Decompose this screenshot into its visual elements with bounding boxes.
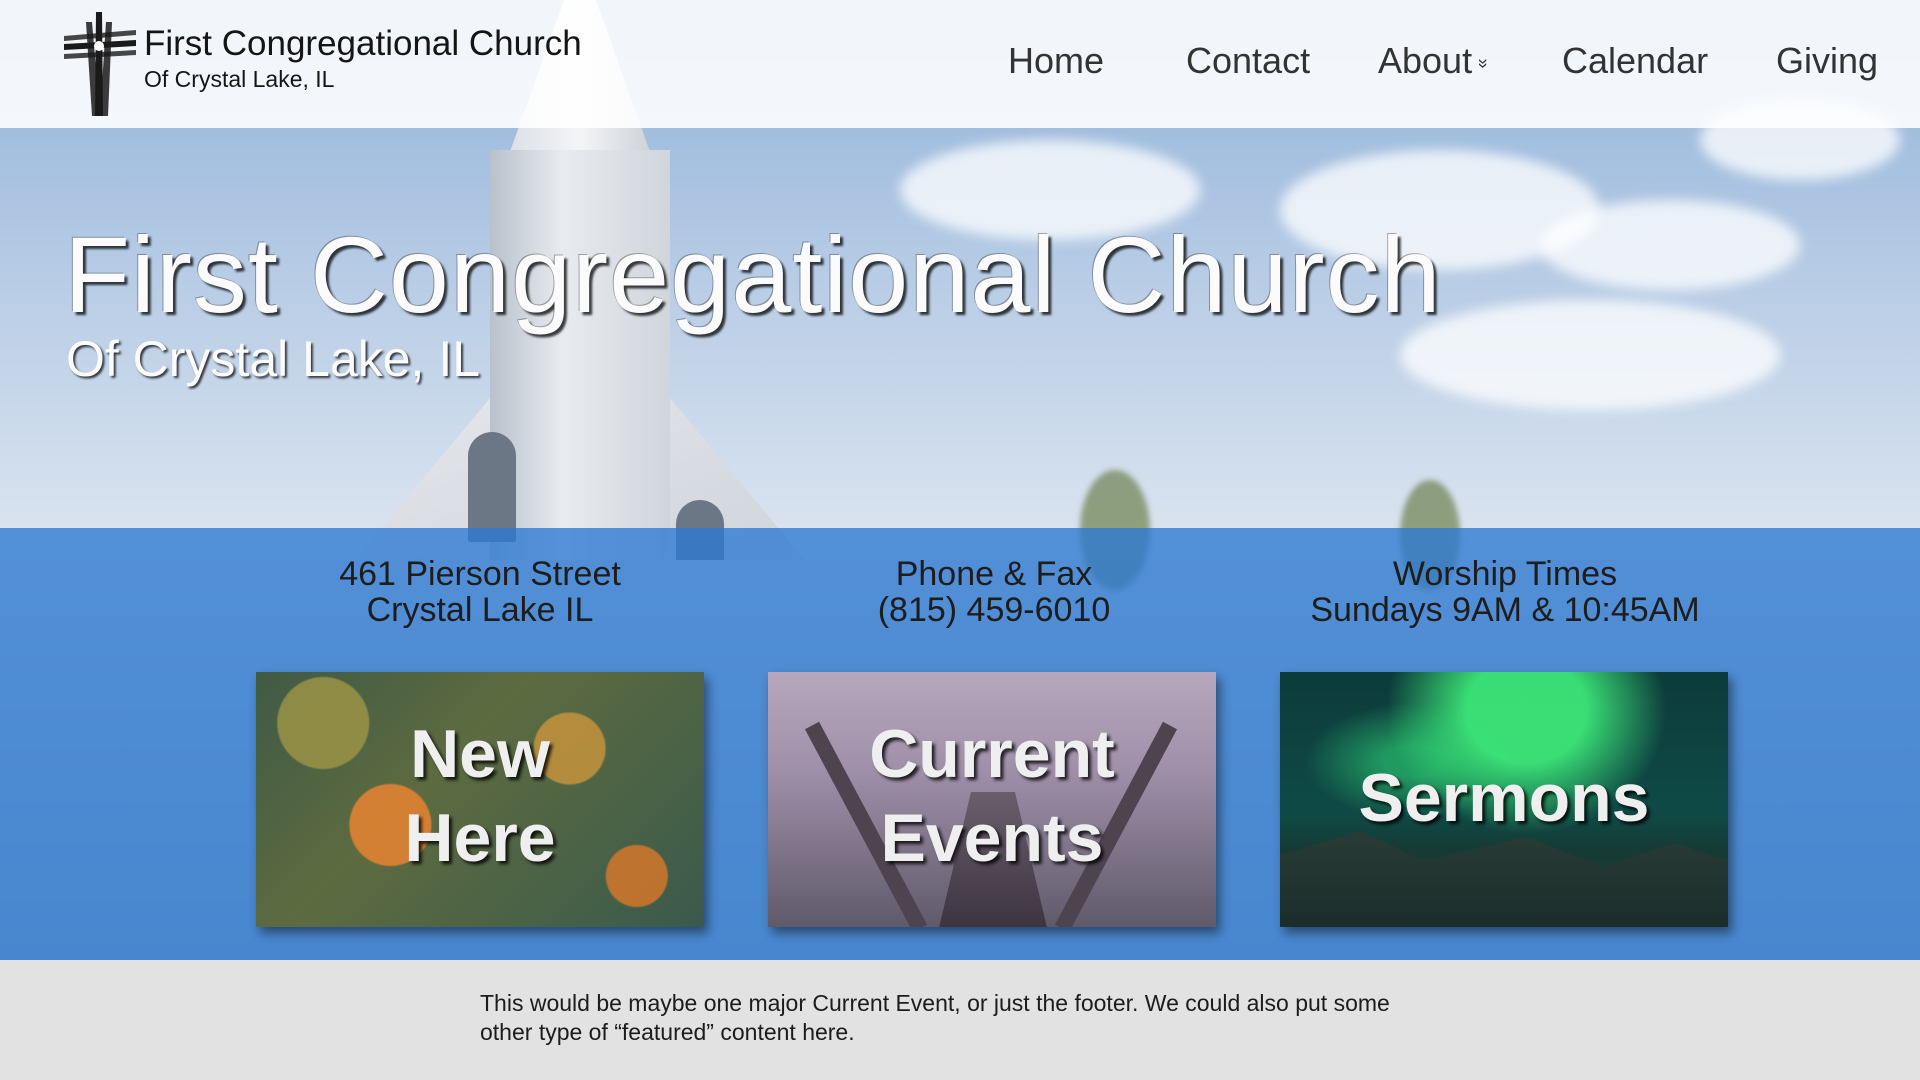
address-block: 461 Pierson Street Crystal Lake IL [220,556,740,628]
nav-home[interactable]: Home [1008,40,1104,82]
nav-calendar[interactable]: Calendar [1562,40,1708,82]
sermons-card[interactable]: Sermons [1280,672,1728,927]
nav-about-label: About [1378,40,1473,81]
sermons-label: Sermons [1358,760,1650,836]
phone-label: Phone & Fax [895,555,1093,593]
brand-subtitle: Of Crystal Lake, IL [144,66,335,92]
hero-subtitle: Of Crystal Lake, IL [66,331,481,387]
worship-label: Worship Times [1392,555,1618,593]
footer-featured-text: This would be maybe one major Current Ev… [480,990,1390,1045]
new-here-line2: Here [404,800,556,876]
hero-title: First Congregational Church [64,214,1442,335]
phone-block: Phone & Fax (815) 459-6010 [734,556,1254,628]
cross-logo-icon[interactable] [62,10,138,116]
church-window [468,432,516,542]
top-navbar: First Congregational Church Of Crystal L… [0,0,1920,128]
cloud [1400,300,1780,410]
new-here-card[interactable]: New Here [256,672,704,927]
nav-giving[interactable]: Giving [1776,40,1878,82]
nav-about[interactable]: About» [1378,40,1494,82]
cloud [1540,200,1800,290]
phone-number[interactable]: (815) 459-6010 [734,592,1254,628]
address-line2: Crystal Lake IL [366,591,594,629]
current-events-line2: Events [880,800,1104,876]
current-events-card[interactable]: Current Events [768,672,1216,927]
brand-title[interactable]: First Congregational Church [144,24,582,64]
chevron-down-icon: » [1473,58,1494,69]
current-events-line1: Current [869,716,1115,792]
worship-times: Sundays 9AM & 10:45AM [1310,591,1700,629]
worship-block: Worship Times Sundays 9AM & 10:45AM [1245,556,1765,628]
address-line1: 461 Pierson Street [339,555,621,593]
new-here-line1: New [410,716,550,792]
nav-contact[interactable]: Contact [1186,40,1310,82]
